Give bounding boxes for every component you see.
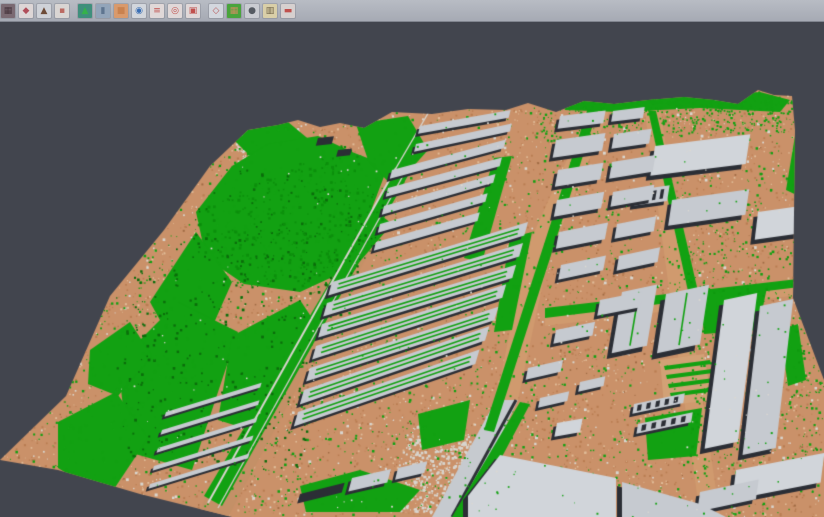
flag-icon[interactable]: ▬ — [281, 4, 295, 18]
classification-icon[interactable]: ▦ — [227, 4, 241, 18]
main-toolbar: ▦ ◆ ▲ ▪ ▲ ▮ ■ ◉ ≡ ◎ ▣ ◇ ▦ ● ▥ ▬ — [0, 0, 824, 22]
points-icon[interactable]: ▪ — [55, 4, 69, 18]
measure-icon[interactable]: ▥ — [263, 4, 277, 18]
sphere-icon[interactable]: ● — [245, 4, 259, 18]
ortho-icon[interactable]: ■ — [114, 4, 128, 18]
globe-icon[interactable]: ◉ — [132, 4, 146, 18]
scatter-icon[interactable]: ◆ — [19, 4, 33, 18]
mountain-icon[interactable]: ▲ — [37, 4, 51, 18]
profile-icon[interactable]: ▮ — [96, 4, 110, 18]
viewport-3d-point-cloud[interactable] — [0, 23, 824, 517]
terrain-icon[interactable]: ▲ — [78, 4, 92, 18]
app-window: { "toolbar": { "icons": [ {"name":"datab… — [0, 0, 824, 517]
selection-icon[interactable]: ▣ — [186, 4, 200, 18]
database-icon[interactable]: ▦ — [1, 4, 15, 18]
settings-icon[interactable]: ◎ — [168, 4, 182, 18]
viewport — [0, 23, 824, 517]
layers-icon[interactable]: ≡ — [150, 4, 164, 18]
target-icon[interactable]: ◇ — [209, 4, 223, 18]
